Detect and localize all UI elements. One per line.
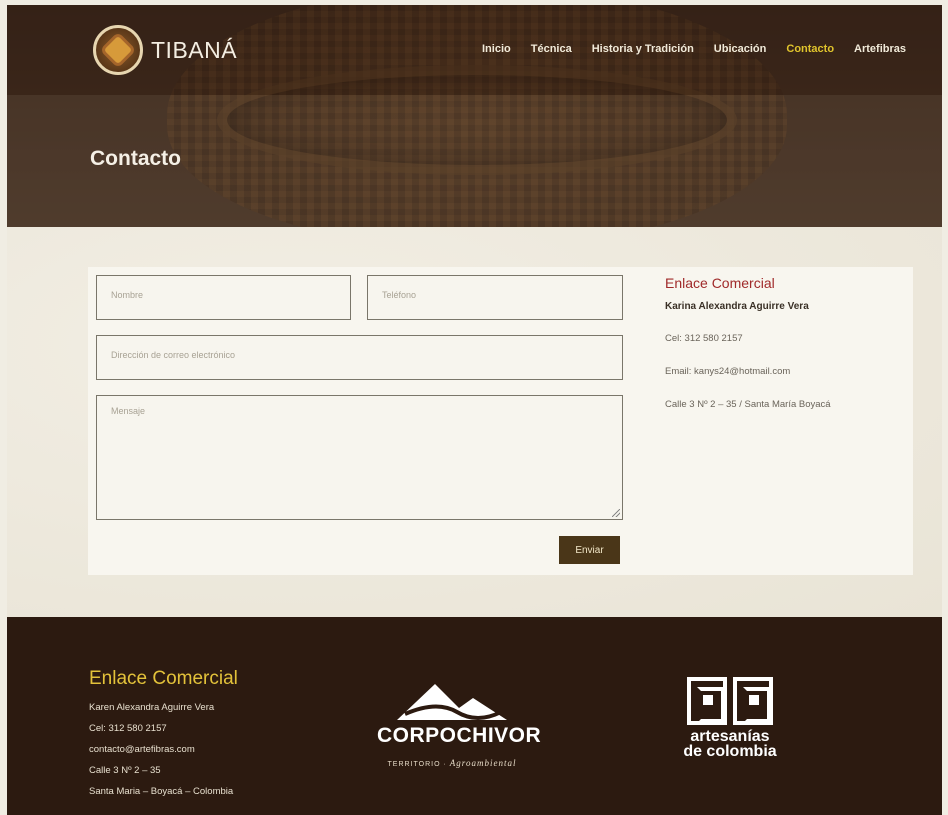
phone-input[interactable]: Teléfono	[367, 275, 623, 320]
nav-item-contacto[interactable]: Contacto	[786, 43, 834, 55]
corpochivor-tag-prefix: TERRITORIO ·	[387, 761, 447, 768]
contact-email[interactable]: Email: kanys24@hotmail.com	[665, 366, 905, 377]
contact-address: Calle 3 Nº 2 – 35 / Santa María Boyacá	[665, 399, 831, 410]
mountain-icon	[397, 684, 507, 720]
artesanias-mark-icon	[675, 677, 785, 725]
hero-header: TIBANÁ Inicio Técnica Historia y Tradici…	[7, 5, 942, 227]
footer-line: Santa Maria – Boyacá – Colombia	[89, 786, 234, 797]
nav-item-inicio[interactable]: Inicio	[482, 43, 511, 55]
contact-info-heading: Enlace Comercial	[665, 275, 775, 291]
corpochivor-name: CORPOCHIVOR	[377, 724, 542, 747]
brand-name: TIBANÁ	[151, 36, 238, 63]
footer-line: Karen Alexandra Aguirre Vera	[89, 702, 215, 713]
artesanias-box-left	[687, 677, 727, 725]
basket-logo-icon	[93, 25, 143, 75]
footer-heading: Enlace Comercial	[89, 668, 238, 689]
corpochivor-logo[interactable]: CORPOCHIVOR TERRITORIO · Agroambiental	[377, 682, 542, 792]
email-input[interactable]: Dirección de correo electrónico	[96, 335, 623, 380]
artesanias-line2: de colombia	[683, 743, 777, 760]
corpochivor-tag-script: Agroambiental	[449, 758, 517, 768]
contact-card: Nombre Teléfono Dirección de correo elec…	[88, 267, 913, 575]
brand-logo[interactable]: TIBANÁ	[93, 25, 237, 75]
main-nav: Inicio Técnica Historia y Tradición Ubic…	[482, 43, 926, 55]
nav-item-tecnica[interactable]: Técnica	[531, 43, 572, 55]
message-placeholder: Mensaje	[111, 406, 146, 416]
artesanias-box-right	[733, 677, 773, 725]
content-area: Nombre Teléfono Dirección de correo elec…	[7, 227, 942, 617]
footer-email-link[interactable]: contacto@artefibras.com	[89, 739, 238, 760]
corpochivor-tagline: TERRITORIO · Agroambiental	[377, 758, 527, 768]
message-textarea[interactable]: Mensaje	[96, 395, 623, 520]
send-button[interactable]: Enviar	[559, 536, 620, 564]
page-frame: TIBANÁ Inicio Técnica Historia y Tradici…	[7, 5, 942, 815]
nav-item-historia[interactable]: Historia y Tradición	[592, 43, 694, 55]
footer-line: Cel: 312 580 2157	[89, 723, 167, 734]
footer-contact: Enlace Comercial Karen Alexandra Aguirre…	[89, 667, 238, 802]
nav-item-artefibras[interactable]: Artefibras	[854, 43, 906, 55]
footer-line: Calle 3 Nº 2 – 35	[89, 765, 161, 776]
contact-person: Karina Alexandra Aguirre Vera	[665, 301, 809, 312]
name-input[interactable]: Nombre	[96, 275, 351, 320]
artesanias-logo[interactable]: artesanías de colombia	[675, 677, 785, 760]
contact-phone: Cel: 312 580 2157	[665, 333, 743, 344]
page-title: Contacto	[90, 147, 181, 170]
footer: Enlace Comercial Karen Alexandra Aguirre…	[7, 617, 942, 815]
resize-grip-icon[interactable]	[612, 509, 620, 517]
contact-info: Enlace Comercial Karina Alexandra Aguirr…	[665, 275, 905, 432]
nav-item-ubicacion[interactable]: Ubicación	[714, 43, 767, 55]
artesanias-line1: artesanías	[690, 728, 770, 745]
